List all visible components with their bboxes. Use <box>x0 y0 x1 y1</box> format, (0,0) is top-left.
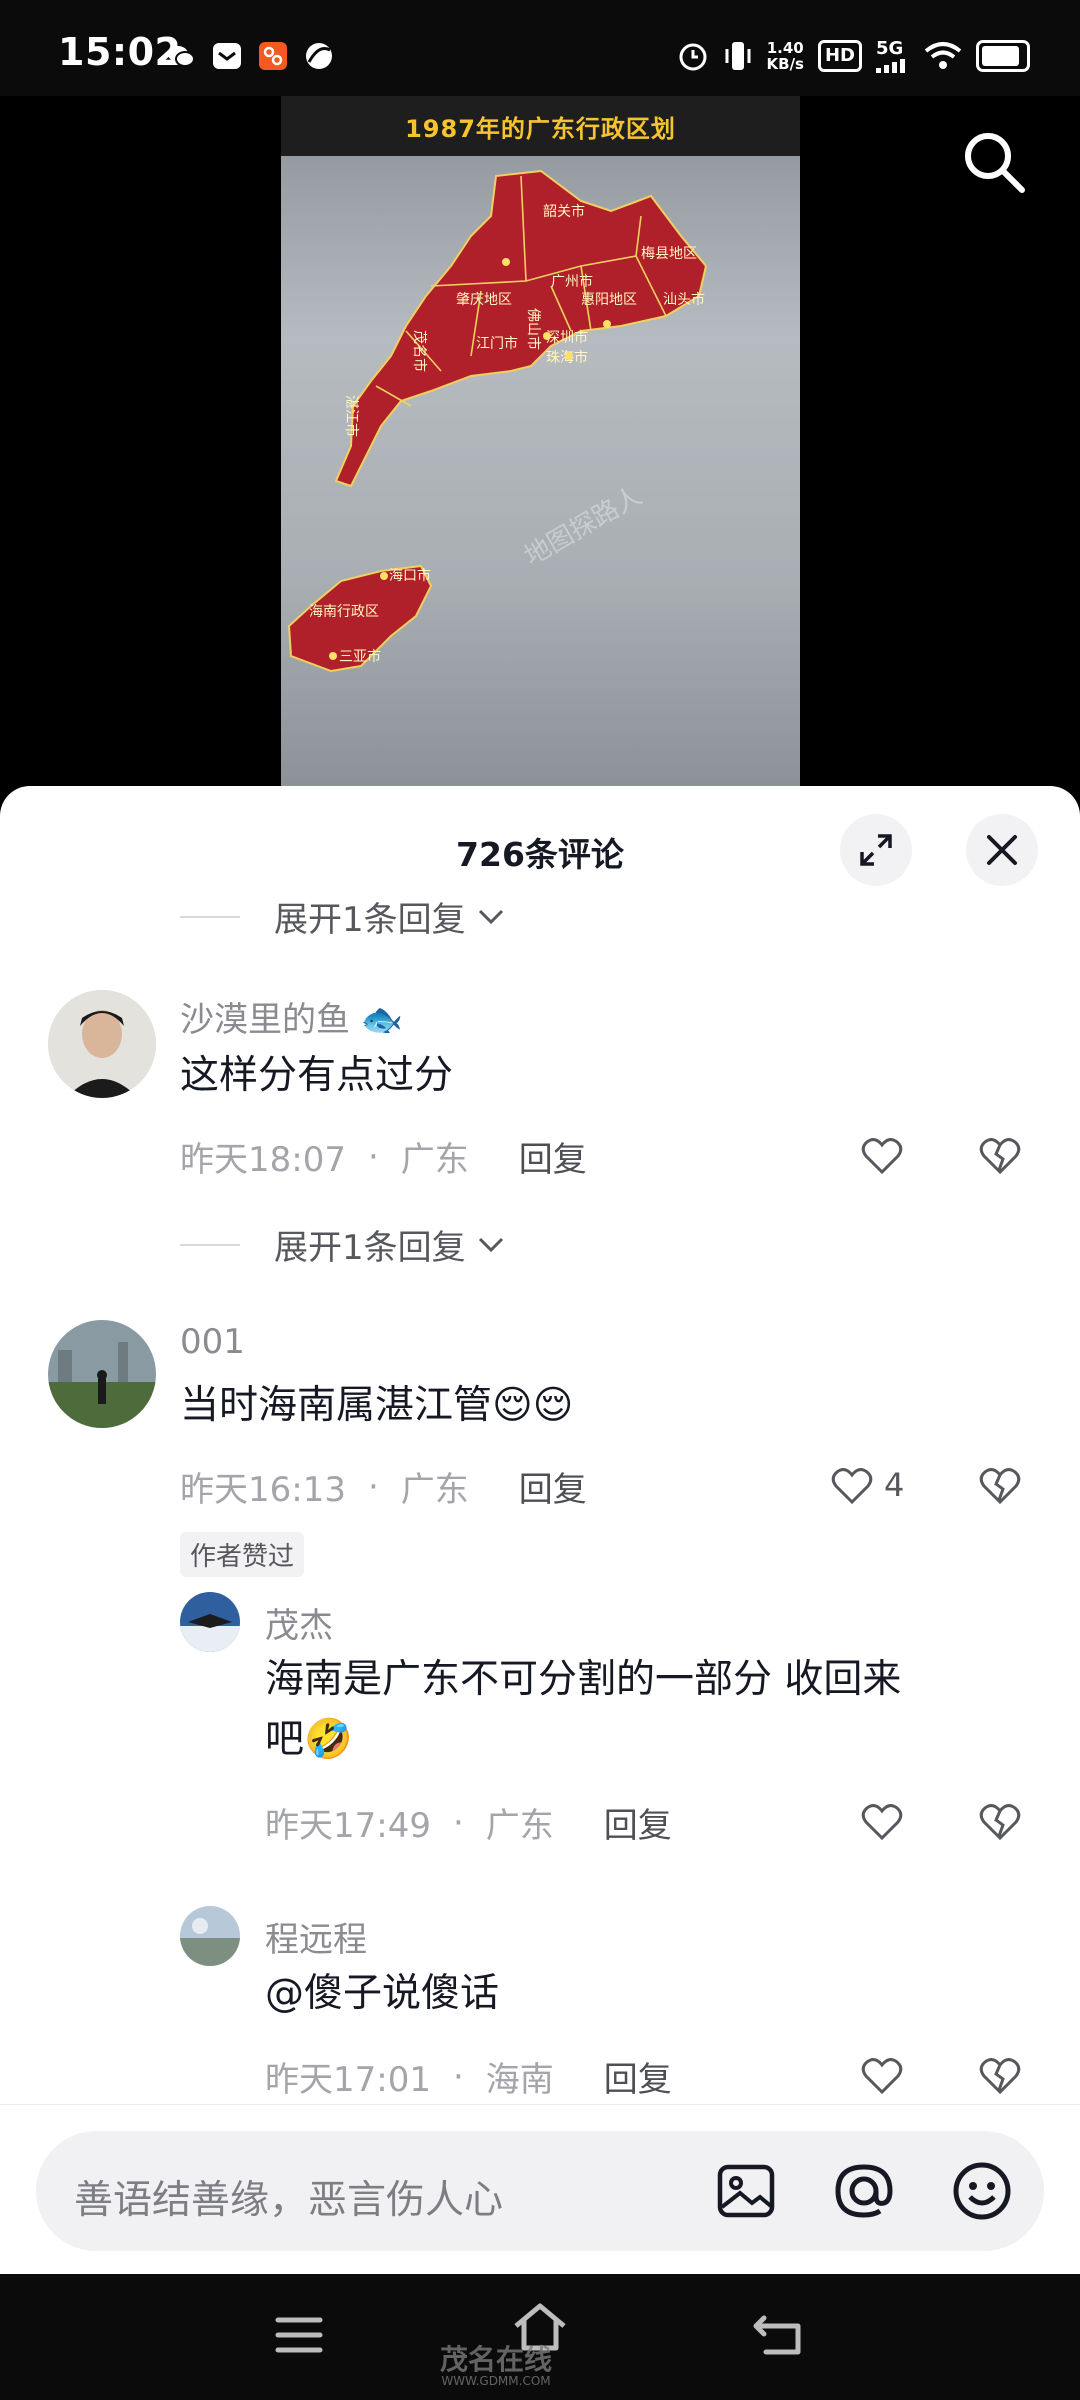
dislike-broken-heart-icon[interactable] <box>978 1464 1022 1508</box>
comments-count-title: 726条评论 <box>456 835 624 874</box>
chevron-down-icon <box>478 909 503 924</box>
label-meixian: 梅县地区 <box>641 245 697 261</box>
map-image: 1987年的广东行政区划 韶关市 梅县地区 广州市 肇庆地区 惠阳地区 汕头市 … <box>281 96 800 786</box>
map-watermark: 地图探路人 <box>519 480 647 571</box>
label-huiyang: 惠阳地区 <box>581 291 637 307</box>
fish-icon: 🐟 <box>360 1000 404 1040</box>
comment-author[interactable]: 沙漠里的鱼 🐟 <box>180 992 403 1041</box>
status-bar: 15:02 1.40 KB/s HD 5G <box>0 0 1080 96</box>
close-button[interactable] <box>966 814 1038 886</box>
label-jiangmen: 江门市 <box>476 335 518 351</box>
reply-button[interactable]: 回复 <box>604 1798 672 1847</box>
reply-meta: 昨天17:01 · 海南 回复 <box>265 2052 672 2101</box>
image-picker-icon[interactable] <box>714 2159 778 2223</box>
label-shenzhen: 深圳市 <box>546 329 588 345</box>
guangdong-map: 韶关市 梅县地区 广州市 肇庆地区 惠阳地区 汕头市 江门市 深圳市 珠海市 佛… <box>287 169 708 673</box>
wifi-icon <box>924 41 962 69</box>
hd-badge: HD <box>817 39 862 72</box>
expand-replies-button[interactable]: 展开1条回复 <box>180 1220 506 1269</box>
label-zhanjiang: 湛江市 <box>344 395 360 437</box>
expand-replies-label: 展开1条回复 <box>274 1228 466 1268</box>
wechat-icon <box>168 46 195 67</box>
reply-meta: 昨天17:49 · 广东 回复 <box>265 1798 672 1847</box>
comment-time: 昨天18:07 <box>180 1140 346 1180</box>
label-shaoguan: 韶关市 <box>543 203 585 219</box>
laughing-emoji: 🤣 <box>304 1717 353 1762</box>
expand-replies-button[interactable]: 展开1条回复 <box>180 892 506 941</box>
system-icons: 1.40 KB/s HD 5G <box>677 38 1030 73</box>
dislike-broken-heart-icon[interactable] <box>978 1800 1022 1844</box>
net-speed: 1.40 KB/s <box>766 38 804 73</box>
vibrate-icon <box>725 41 751 70</box>
reply-button[interactable]: 回复 <box>519 1462 587 1511</box>
comment-time: 昨天16:13 <box>180 1470 346 1510</box>
dislike-broken-heart-icon[interactable] <box>978 2054 1022 2098</box>
label-guangzhou: 广州市 <box>551 273 593 289</box>
comment-input-bar: 善语结善缘，恶言伤人心 <box>0 2104 1080 2275</box>
comment-author[interactable]: 001 <box>180 1322 245 1362</box>
emoji-smile-icon[interactable] <box>950 2159 1014 2223</box>
comment-location: 广东 <box>400 1140 469 1180</box>
avatar[interactable] <box>48 1320 156 1428</box>
label-shantou: 汕头市 <box>663 291 705 307</box>
taobao-app-icon <box>259 42 287 70</box>
avatar[interactable] <box>180 1592 240 1652</box>
label-sanya: 三亚市 <box>339 648 381 664</box>
label-maoming: 茂名市 <box>412 330 428 372</box>
menu-icon[interactable] <box>274 2312 324 2358</box>
comment-location: 广东 <box>400 1470 469 1510</box>
expand-sheet-button[interactable] <box>840 814 912 886</box>
mention-at-icon[interactable] <box>832 2159 896 2223</box>
reply-location: 海南 <box>485 2060 554 2100</box>
search-icon[interactable] <box>958 126 1030 198</box>
app-swirl-icon <box>306 43 332 69</box>
comment-text: 当时海南属湛江管😌😌 <box>180 1383 574 1428</box>
avatar[interactable] <box>180 1906 240 1966</box>
comments-sheet: 726条评论 展开1条回复 沙漠里的鱼 🐟 这样分有点过分 昨天18:07 · … <box>0 786 1080 2274</box>
reply-author[interactable]: 茂杰 <box>265 1598 333 1647</box>
like-heart-icon[interactable] <box>860 1800 904 1844</box>
label-hainan: 海南行政区 <box>309 603 379 619</box>
like-heart-icon[interactable] <box>830 1464 874 1508</box>
status-time: 15:02 <box>58 30 182 74</box>
reply-time: 昨天17:49 <box>265 1806 431 1846</box>
alarm-icon <box>679 43 707 70</box>
comment-meta: 昨天16:13 · 广东 回复 <box>180 1462 587 1511</box>
like-count: 4 <box>884 1466 905 1504</box>
battery-icon <box>976 39 1030 72</box>
reply-author[interactable]: 程远程 <box>265 1912 367 1961</box>
relieved-emoji: 😌😌 <box>492 1383 574 1428</box>
map-title: 1987年的广东行政区划 <box>281 96 800 156</box>
reply-button[interactable]: 回复 <box>604 2052 672 2101</box>
comment-input-placeholder: 善语结善缘，恶言伤人心 <box>74 2178 504 2223</box>
like-heart-icon[interactable] <box>860 1134 904 1178</box>
back-icon[interactable] <box>752 2312 806 2358</box>
comment-text: 这样分有点过分 <box>180 1053 454 1098</box>
reply-location: 广东 <box>485 1806 554 1846</box>
site-watermark: 茂名在线 WWW.GDMM.COM <box>440 2343 553 2388</box>
close-icon <box>987 835 1017 865</box>
dislike-broken-heart-icon[interactable] <box>978 1134 1022 1178</box>
avatar[interactable] <box>48 990 156 1098</box>
video-player[interactable]: 1987年的广东行政区划 韶关市 梅县地区 广州市 肇庆地区 惠阳地区 汕头市 … <box>0 96 1080 786</box>
reply-time: 昨天17:01 <box>265 2060 431 2100</box>
comment-input[interactable]: 善语结善缘，恶言伤人心 <box>36 2131 1044 2251</box>
mail-app-icon <box>213 43 241 69</box>
comment-meta: 昨天18:07 · 广东 回复 <box>180 1132 587 1181</box>
expand-replies-label: 展开1条回复 <box>274 900 466 940</box>
label-zhaoqing: 肇庆地区 <box>456 291 512 307</box>
expand-icon <box>860 834 892 866</box>
signal-5g-icon: 5G <box>876 38 910 73</box>
reply-text: @傻子说傻话 <box>265 1971 500 2016</box>
label-haikou: 海口市 <box>389 567 431 583</box>
reply-button[interactable]: 回复 <box>519 1132 587 1181</box>
label-foshan: 佛山市 <box>526 308 542 350</box>
chevron-down-icon <box>478 1237 503 1252</box>
like-heart-icon[interactable] <box>860 2054 904 2098</box>
author-liked-badge: 作者赞过 <box>180 1532 305 1577</box>
notification-icons <box>165 40 335 72</box>
reply-text: 海南是广东不可分割的一部分 收回来 吧🤣 <box>265 1657 902 1762</box>
